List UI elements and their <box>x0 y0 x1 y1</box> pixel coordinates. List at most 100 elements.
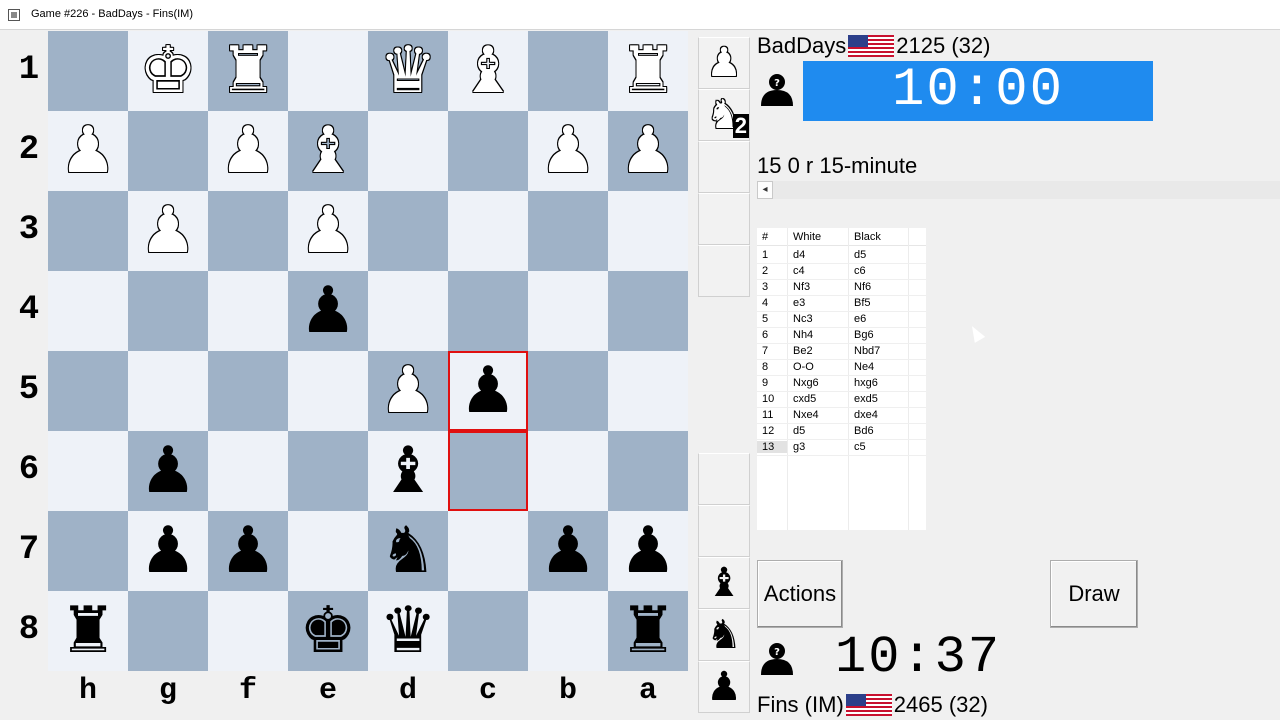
black-move[interactable]: e6 <box>854 313 866 325</box>
black-rook-icon[interactable]: ♜ <box>619 599 676 663</box>
white-move[interactable]: cxd5 <box>793 393 816 405</box>
move-row[interactable]: 13 g3 c5 <box>757 440 926 456</box>
square-c5[interactable]: ♟ <box>448 351 528 431</box>
top-player-name[interactable]: BadDays <box>757 33 846 58</box>
square-f5[interactable] <box>208 351 288 431</box>
white-rook-icon[interactable]: ♜ <box>619 39 676 103</box>
square-a6[interactable] <box>608 431 688 511</box>
chess-board[interactable]: ♚ ♜ ♛ ♝ ♜ ♟ ♟ ♝ ♟ ♟ ♟ ♟ ♟ ♟ ♟ ♟ ♝ ♟ ♟ ♞ ♟ ♟ ♜ ♚ ♛ ♜ <box>48 31 688 671</box>
black-rook-icon[interactable]: ♜ <box>59 599 116 663</box>
square-b1[interactable] <box>528 31 608 111</box>
white-move[interactable]: Nc3 <box>793 313 813 325</box>
square-e2[interactable]: ♝ <box>288 111 368 191</box>
black-bishop-icon[interactable]: ♝ <box>706 563 742 603</box>
white-pawn-icon[interactable]: ♟ <box>299 199 356 263</box>
square-h8[interactable]: ♜ <box>48 591 128 671</box>
black-queen-icon[interactable]: ♛ <box>379 599 436 663</box>
white-move[interactable]: Nxe4 <box>793 409 819 421</box>
moves-header-black[interactable]: Black <box>854 231 881 243</box>
square-c1[interactable]: ♝ <box>448 31 528 111</box>
move-row[interactable]: 6 Nh4 Bg6 <box>757 328 926 344</box>
white-move[interactable]: g3 <box>793 441 805 453</box>
square-a5[interactable] <box>608 351 688 431</box>
draw-button[interactable]: Draw <box>1050 560 1138 628</box>
scroll-left-icon[interactable]: ◂ <box>757 181 773 199</box>
black-knight-icon[interactable]: ♞ <box>706 615 742 655</box>
square-b8[interactable] <box>528 591 608 671</box>
actions-button[interactable]: Actions <box>757 560 843 628</box>
white-rook-icon[interactable]: ♜ <box>219 39 276 103</box>
square-a2[interactable]: ♟ <box>608 111 688 191</box>
square-g1[interactable]: ♚ <box>128 31 208 111</box>
white-move[interactable]: e3 <box>793 297 805 309</box>
square-g2[interactable] <box>128 111 208 191</box>
black-move[interactable]: Nf6 <box>854 281 871 293</box>
white-pawn-icon[interactable]: ♟ <box>59 119 116 183</box>
black-move[interactable]: Bd6 <box>854 425 874 437</box>
square-a7[interactable]: ♟ <box>608 511 688 591</box>
square-g7[interactable]: ♟ <box>128 511 208 591</box>
white-move[interactable]: d5 <box>793 425 805 437</box>
black-pawn-icon[interactable]: ♟ <box>459 359 516 423</box>
square-d6[interactable]: ♝ <box>368 431 448 511</box>
black-pawn-icon[interactable]: ♟ <box>139 439 196 503</box>
black-move[interactable]: Bg6 <box>854 329 874 341</box>
square-h7[interactable] <box>48 511 128 591</box>
square-b5[interactable] <box>528 351 608 431</box>
square-g8[interactable] <box>128 591 208 671</box>
black-move[interactable]: hxg6 <box>854 377 878 389</box>
square-c7[interactable] <box>448 511 528 591</box>
white-pawn-icon[interactable]: ♟ <box>139 199 196 263</box>
square-g6[interactable]: ♟ <box>128 431 208 511</box>
black-move[interactable]: Bf5 <box>854 297 871 309</box>
white-pawn-icon[interactable]: ♟ <box>219 119 276 183</box>
bottom-player-name[interactable]: Fins (IM) <box>757 692 844 717</box>
square-c6[interactable] <box>448 431 528 511</box>
square-f7[interactable]: ♟ <box>208 511 288 591</box>
square-b4[interactable] <box>528 271 608 351</box>
square-e4[interactable]: ♟ <box>288 271 368 351</box>
square-d1[interactable]: ♛ <box>368 31 448 111</box>
square-e7[interactable] <box>288 511 368 591</box>
square-g3[interactable]: ♟ <box>128 191 208 271</box>
white-move[interactable]: Nh4 <box>793 329 813 341</box>
square-d5[interactable]: ♟ <box>368 351 448 431</box>
square-h1[interactable] <box>48 31 128 111</box>
square-h5[interactable] <box>48 351 128 431</box>
black-pawn-icon[interactable]: ♟ <box>139 519 196 583</box>
black-pawn-icon[interactable]: ♟ <box>706 667 742 707</box>
square-e8[interactable]: ♚ <box>288 591 368 671</box>
white-move[interactable]: d4 <box>793 249 805 261</box>
square-d8[interactable]: ♛ <box>368 591 448 671</box>
square-a1[interactable]: ♜ <box>608 31 688 111</box>
square-a4[interactable] <box>608 271 688 351</box>
square-f2[interactable]: ♟ <box>208 111 288 191</box>
square-e6[interactable] <box>288 431 368 511</box>
white-pawn-icon[interactable]: ♟ <box>619 119 676 183</box>
square-d3[interactable] <box>368 191 448 271</box>
square-f8[interactable] <box>208 591 288 671</box>
square-d4[interactable] <box>368 271 448 351</box>
move-row[interactable]: 9 Nxg6 hxg6 <box>757 376 926 392</box>
square-f1[interactable]: ♜ <box>208 31 288 111</box>
moves-header-white[interactable]: White <box>793 231 821 243</box>
square-b7[interactable]: ♟ <box>528 511 608 591</box>
white-move[interactable]: Be2 <box>793 345 813 357</box>
square-h2[interactable]: ♟ <box>48 111 128 191</box>
black-knight-icon[interactable]: ♞ <box>379 519 436 583</box>
square-a3[interactable] <box>608 191 688 271</box>
square-c8[interactable] <box>448 591 528 671</box>
black-move[interactable]: Ne4 <box>854 361 874 373</box>
move-row[interactable]: 3 Nf3 Nf6 <box>757 280 926 296</box>
square-b6[interactable] <box>528 431 608 511</box>
white-move[interactable]: O-O <box>793 361 814 373</box>
square-c4[interactable] <box>448 271 528 351</box>
unknown-player-icon[interactable]: ? <box>757 637 797 677</box>
square-g5[interactable] <box>128 351 208 431</box>
white-move[interactable]: c4 <box>793 265 805 277</box>
black-move[interactable]: d5 <box>854 249 866 261</box>
white-pawn-icon[interactable]: ♟ <box>539 119 596 183</box>
white-pawn-icon[interactable]: ♟ <box>706 43 742 83</box>
moves-table[interactable]: # White Black 1 d4 d5 2 c4 c6 3 Nf3 Nf6 4 e3 Bf5 5 Nc… <box>757 228 926 530</box>
white-king-icon[interactable]: ♚ <box>139 39 196 103</box>
